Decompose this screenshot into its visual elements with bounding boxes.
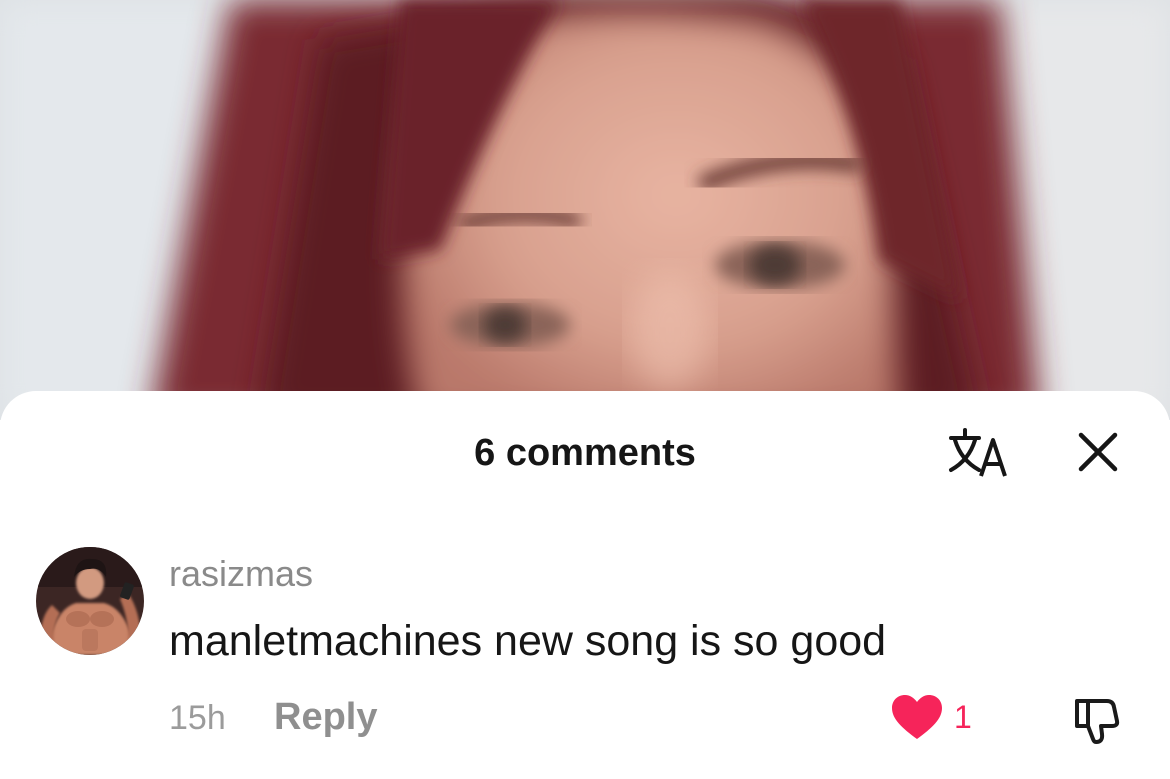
reply-button[interactable]: Reply (274, 696, 377, 738)
video-frame-image (0, 0, 1170, 420)
comment-timestamp: 15h (169, 699, 226, 737)
comment-username[interactable]: rasizmas (169, 554, 313, 594)
like-button[interactable]: 1 (890, 692, 972, 742)
like-count: 1 (954, 699, 972, 735)
heart-icon (892, 695, 942, 739)
translate-icon (949, 428, 1007, 477)
avatar-image (36, 547, 144, 655)
thumbs-down-icon (1075, 699, 1120, 744)
avatar[interactable] (36, 547, 144, 655)
close-button[interactable] (1070, 424, 1126, 480)
translate-button[interactable] (944, 423, 1014, 481)
close-icon (1078, 432, 1118, 472)
video-background[interactable] (0, 0, 1170, 420)
comment-text: manletmachines new song is so good (169, 617, 887, 665)
dislike-button[interactable] (1068, 690, 1126, 748)
